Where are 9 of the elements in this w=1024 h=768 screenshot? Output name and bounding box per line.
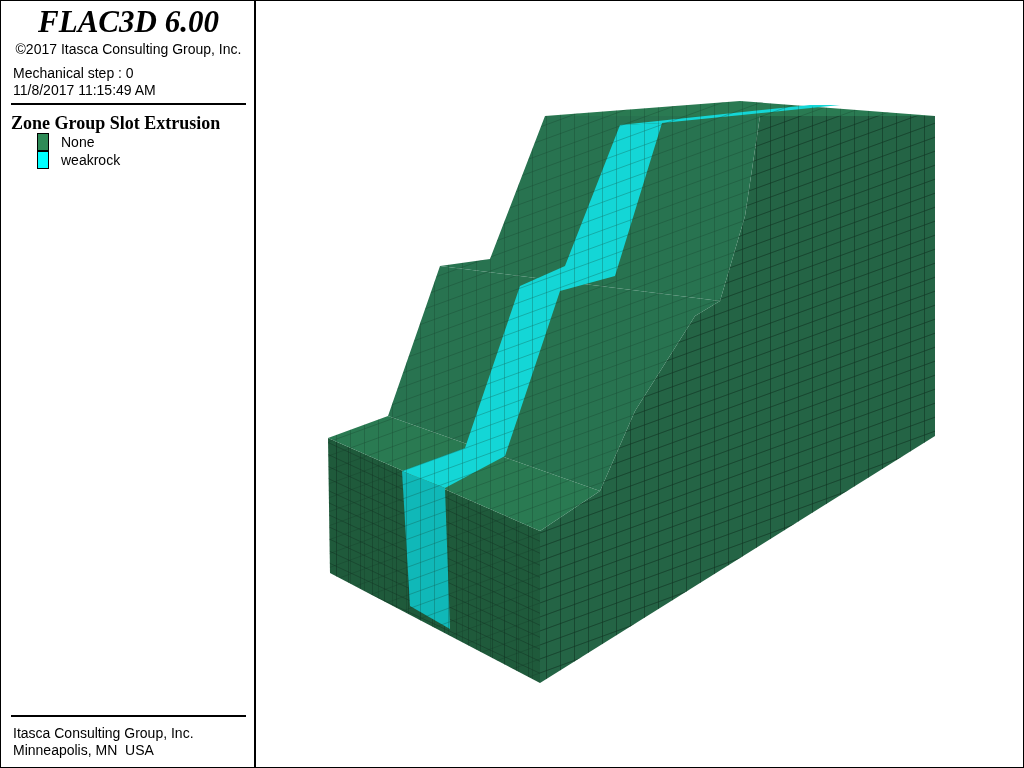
- copyright-text: ©2017 Itasca Consulting Group, Inc.: [14, 41, 243, 57]
- footer-text: Minneapolis, MN USA: [12, 742, 155, 759]
- timestamp: 11/8/2017 11:15:49 AM: [12, 82, 157, 99]
- step-label: Mechanical step : 0: [12, 65, 135, 82]
- legend-label: None: [61, 134, 95, 150]
- legend-label: weakrock: [61, 152, 121, 168]
- app-title: FLAC3D 6.00: [37, 3, 220, 41]
- footer-text: Itasca Consulting Group, Inc.: [12, 725, 195, 742]
- legend-title: Zone Group Slot Extrusion: [11, 113, 222, 133]
